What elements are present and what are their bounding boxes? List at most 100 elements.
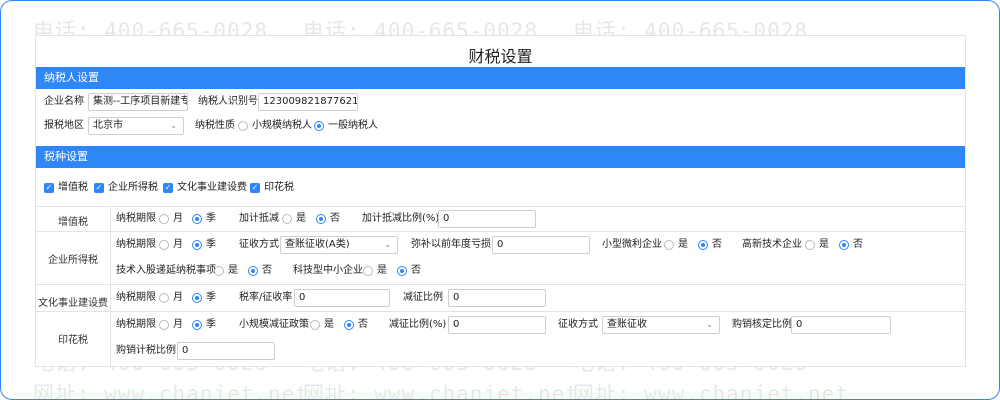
small-micro-no-label: 否 (712, 239, 722, 250)
small-micro-yes-radio[interactable] (664, 240, 674, 250)
culture-rate-label: 税率/征收率 (239, 292, 293, 303)
sme-yes-label: 是 (377, 265, 387, 276)
culture-reduce-input[interactable]: 0 (448, 289, 546, 307)
income-period-month-label: 月 (173, 239, 183, 250)
vat-period-month-radio[interactable] (159, 214, 169, 224)
vat-ratio-label: 加计抵减比例(%) (362, 213, 440, 224)
radio-small-scale-label: 小规模纳税人 (252, 120, 312, 131)
purchase-ratio-input[interactable]: 0 (791, 316, 891, 334)
vat-period-month-label: 月 (173, 213, 183, 224)
divider (36, 231, 965, 232)
stamp-policy-yes-label: 是 (324, 319, 334, 330)
deferral-no-radio[interactable] (248, 266, 258, 276)
checkbox-culture[interactable]: ✓ (163, 183, 173, 193)
taxtype-section-header: 税种设置 (36, 146, 965, 168)
sme-yes-radio[interactable] (363, 266, 373, 276)
sme-label: 科技型中小企业 (293, 265, 363, 276)
deferral-yes-radio[interactable] (214, 266, 224, 276)
income-period-label: 纳税期限 (116, 239, 156, 250)
culture-period-quarter-radio[interactable] (192, 293, 202, 303)
divider (36, 284, 965, 285)
vat-deduct-no-radio[interactable] (316, 214, 326, 224)
sale-ratio-label: 购销计税比例 (116, 345, 176, 356)
income-method-select[interactable]: 查账征收(A类) ⌄ (280, 236, 398, 254)
income-period-quarter-radio[interactable] (192, 240, 202, 250)
loss-input[interactable]: 0 (492, 236, 590, 254)
vat-deduct-yes-radio[interactable] (282, 214, 292, 224)
hightech-yes-radio[interactable] (805, 240, 815, 250)
hightech-yes-label: 是 (819, 239, 829, 250)
stamp-policy-yes-radio[interactable] (310, 320, 320, 330)
vat-period-quarter-label: 季 (206, 213, 216, 224)
company-name-input[interactable]: 集测--工序项目新建专( (88, 93, 188, 111)
culture-period-month-radio[interactable] (159, 293, 169, 303)
culture-period-quarter-label: 季 (206, 292, 216, 303)
income-method-value: 查账征收(A类) (285, 239, 350, 250)
income-period-quarter-label: 季 (206, 239, 216, 250)
stamp-reduce-label: 减征比例(%) (389, 319, 447, 330)
vat-period-label: 纳税期限 (116, 213, 156, 224)
checkbox-income-label: 企业所得税 (108, 182, 158, 193)
nature-label: 纳税性质 (195, 120, 235, 131)
checkbox-vat[interactable]: ✓ (44, 183, 54, 193)
income-period-month-radio[interactable] (159, 240, 169, 250)
small-micro-yes-label: 是 (678, 239, 688, 250)
region-label: 报税地区 (44, 120, 84, 131)
checkbox-stamp-label: 印花税 (264, 182, 294, 193)
vat-period-quarter-radio[interactable] (192, 214, 202, 224)
small-micro-label: 小型微利企业 (602, 239, 662, 250)
region-select[interactable]: 北京市 ⌄ (88, 117, 184, 135)
stamp-period-quarter-radio[interactable] (192, 320, 202, 330)
stamp-period-month-radio[interactable] (159, 320, 169, 330)
hightech-no-label: 否 (853, 239, 863, 250)
culture-rate-input[interactable]: 0 (294, 289, 390, 307)
divider (110, 206, 111, 366)
watermark-site: 网址: www.chanjet.net (33, 382, 309, 400)
divider (36, 311, 965, 312)
sme-no-label: 否 (411, 265, 421, 276)
stamp-method-value: 查账征收 (607, 319, 647, 330)
deferral-label: 技术入股递延纳税事项 (116, 265, 216, 276)
deferral-no-label: 否 (262, 265, 272, 276)
taxpayer-section-header: 纳税人设置 (36, 67, 965, 89)
radio-general[interactable] (314, 121, 324, 131)
taxid-label: 纳税人识别号 (198, 96, 258, 107)
checkbox-income[interactable]: ✓ (94, 183, 104, 193)
tax-settings-panel: 财税设置 纳税人设置 企业名称 集测--工序项目新建专( 纳税人识别号 1230… (35, 35, 966, 367)
culture-period-label: 纳税期限 (116, 292, 156, 303)
stamp-period-month-label: 月 (173, 319, 183, 330)
checkbox-stamp[interactable]: ✓ (250, 183, 260, 193)
stamp-policy-label: 小规模减征政策 (239, 319, 309, 330)
company-name-label: 企业名称 (44, 96, 84, 107)
income-method-label: 征收方式 (239, 239, 279, 250)
sale-ratio-input[interactable]: 0 (177, 342, 275, 360)
purchase-ratio-label: 购销核定比例 (732, 319, 792, 330)
app-frame: 电话: 400-665-0028 电话: 400-665-0028 电话: 40… (0, 0, 1000, 400)
stamp-reduce-input[interactable]: 0 (448, 316, 546, 334)
radio-small-scale[interactable] (238, 121, 248, 131)
radio-general-label: 一般纳税人 (328, 120, 378, 131)
divider (36, 206, 965, 207)
vat-deduct-yes-label: 是 (296, 213, 306, 224)
sme-no-radio[interactable] (397, 266, 407, 276)
stamp-policy-no-radio[interactable] (344, 320, 354, 330)
chevron-down-icon: ⌄ (170, 121, 177, 130)
income-row-label: 企业所得税 (48, 255, 98, 266)
vat-row-label: 增值税 (58, 217, 88, 228)
watermark-site: 网址: www.chanjet.net (573, 382, 849, 400)
stamp-policy-no-label: 否 (358, 319, 368, 330)
small-micro-no-radio[interactable] (698, 240, 708, 250)
stamp-method-select[interactable]: 查账征收 ⌄ (602, 316, 720, 334)
region-value: 北京市 (93, 120, 123, 131)
vat-ratio-input[interactable]: 0 (438, 210, 536, 228)
page-title: 财税设置 (468, 47, 533, 66)
taxid-input[interactable]: 123009821877621 (258, 93, 358, 111)
checkbox-culture-label: 文化事业建设费 (177, 182, 247, 193)
culture-reduce-label: 减征比例 (403, 292, 443, 303)
deferral-yes-label: 是 (228, 265, 238, 276)
vat-deduct-label: 加计抵减 (239, 213, 279, 224)
loss-label: 弥补以前年度亏损 (411, 239, 491, 250)
hightech-no-radio[interactable] (839, 240, 849, 250)
checkbox-vat-label: 增值税 (58, 182, 88, 193)
stamp-period-label: 纳税期限 (116, 319, 156, 330)
